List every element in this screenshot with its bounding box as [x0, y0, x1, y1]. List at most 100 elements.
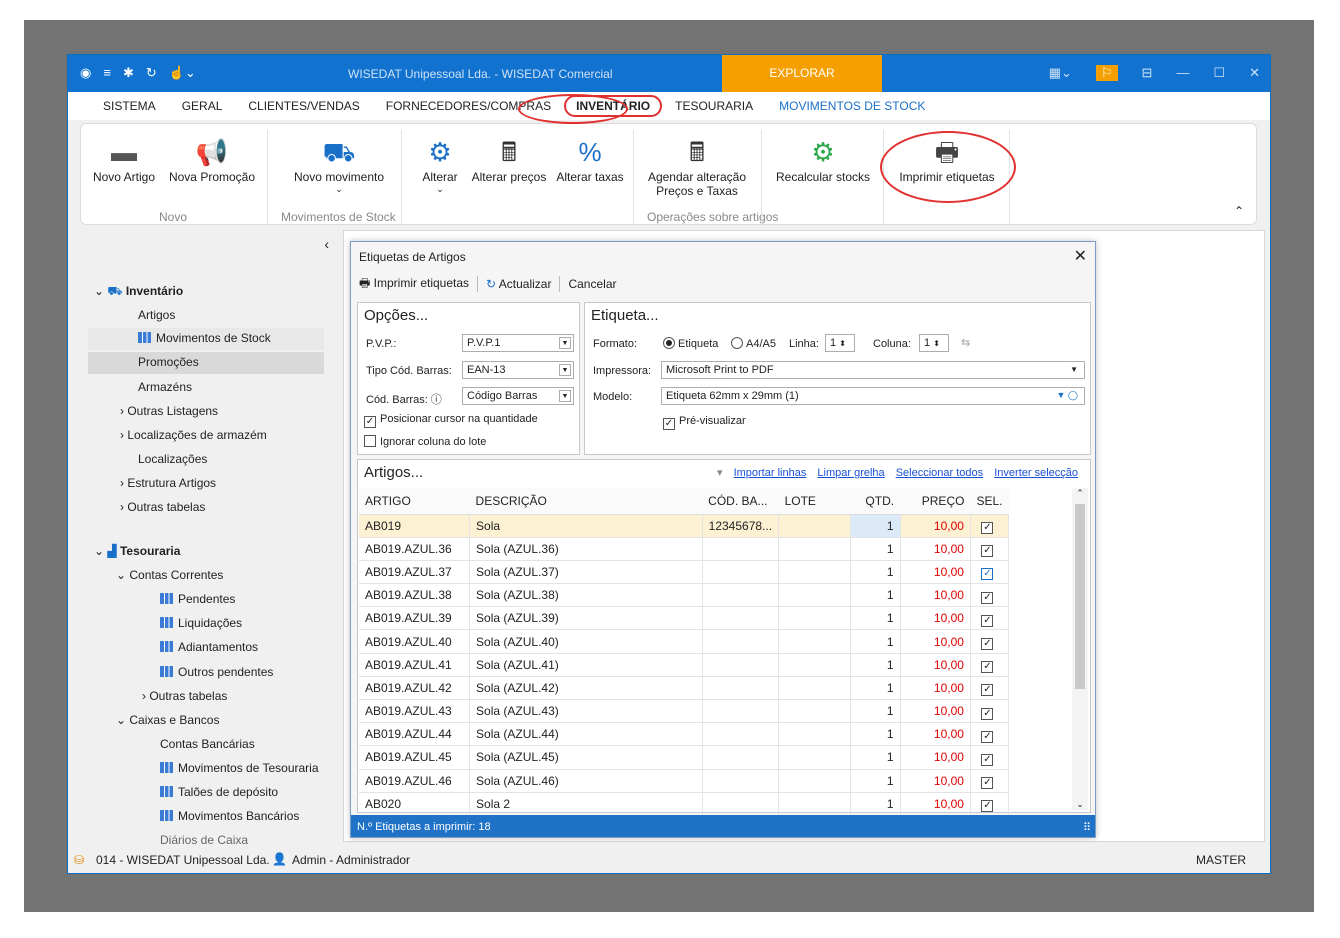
inverter-seleccao-link[interactable]: Inverter selecção: [994, 467, 1078, 479]
app-logo-icon[interactable]: ◉: [80, 65, 91, 81]
col-qtd[interactable]: QTD.: [850, 488, 901, 515]
flag-icon[interactable]: ⚐: [1095, 65, 1118, 81]
cell-preco[interactable]: 10,00: [900, 769, 971, 793]
cell-lote[interactable]: [778, 745, 851, 770]
col-sel[interactable]: SEL.: [970, 488, 1009, 515]
checkbox-checked-icon[interactable]: ✓: [981, 753, 994, 766]
menu-movimentos-stock[interactable]: MOVIMENTOS DE STOCK: [766, 99, 938, 113]
explorar-button[interactable]: EXPLORAR: [722, 55, 882, 92]
tree-contas-correntes[interactable]: ⌄ Contas Correntes: [116, 568, 223, 582]
cell-preco[interactable]: 10,00: [900, 745, 971, 770]
table-row[interactable]: AB019.AZUL.39 Sola (AZUL.39) 1 10,00 ✓: [359, 606, 1010, 631]
tree-liquidacoes[interactable]: Liquidações: [160, 616, 242, 630]
cell-cod-barras[interactable]: [702, 676, 780, 701]
cell-cod-barras[interactable]: [702, 560, 780, 585]
cell-sel[interactable]: ✓: [970, 606, 1010, 631]
table-row[interactable]: AB019.AZUL.37 Sola (AZUL.37) 1 10,00 ✓: [359, 560, 1010, 585]
refresh-icon[interactable]: ↻: [146, 65, 157, 81]
cell-lote[interactable]: [778, 653, 851, 677]
layout-icon[interactable]: ▦⌄: [1049, 65, 1072, 81]
cell-preco[interactable]: 10,00: [900, 699, 971, 724]
radio-etiqueta[interactable]: Etiqueta: [663, 337, 718, 350]
cell-descricao[interactable]: Sola (AZUL.44): [469, 722, 703, 747]
cell-descricao[interactable]: Sola (AZUL.42): [469, 676, 703, 701]
dropdown-settings-icon[interactable]: ▼ ◯: [1057, 390, 1078, 401]
cell-cod-barras[interactable]: [702, 583, 780, 608]
table-row[interactable]: AB019.AZUL.45 Sola (AZUL.45) 1 10,00 ✓: [359, 745, 1010, 770]
table-row[interactable]: AB019.AZUL.38 Sola (AZUL.38) 1 10,00 ✓: [359, 583, 1010, 608]
database-icon[interactable]: ≡: [103, 65, 111, 81]
novo-movimento-button[interactable]: ⛟ Novo movimento ⌄: [287, 134, 391, 195]
cell-preco[interactable]: 10,00: [900, 606, 971, 631]
cell-preco[interactable]: 10,00: [900, 583, 971, 608]
swap-icon[interactable]: ⇆: [961, 336, 970, 349]
tree-mov-bancarios[interactable]: Movimentos Bancários: [160, 809, 299, 823]
gear-icon[interactable]: ✱: [123, 65, 134, 81]
cell-lote[interactable]: [778, 769, 851, 793]
coluna-spinner[interactable]: 1 ⬍: [919, 334, 949, 352]
col-preco[interactable]: PREÇO: [900, 488, 971, 515]
cell-sel[interactable]: ✓: [970, 583, 1010, 608]
scroll-up-icon[interactable]: ⌃: [1072, 488, 1088, 499]
cell-preco[interactable]: 10,00: [900, 537, 971, 561]
checkbox-checked-icon[interactable]: ✓: [981, 522, 994, 535]
alterar-precos-button[interactable]: 🖩 Alterar preços: [467, 134, 551, 184]
limpar-grelha-link[interactable]: Limpar grelha: [817, 467, 884, 479]
table-row[interactable]: AB019 Sola 12345678... 1 10,00 ✓: [359, 514, 1010, 538]
close-icon[interactable]: ✕: [1249, 65, 1260, 81]
cell-artigo[interactable]: AB019.AZUL.41: [359, 653, 471, 677]
table-row[interactable]: AB019.AZUL.36 Sola (AZUL.36) 1 10,00 ✓: [359, 537, 1010, 561]
cell-qtd[interactable]: 1: [850, 583, 901, 608]
cell-qtd[interactable]: 1: [850, 769, 901, 793]
cell-artigo[interactable]: AB019.AZUL.38: [359, 583, 471, 608]
cell-descricao[interactable]: Sola (AZUL.45): [469, 745, 703, 770]
cell-cod-barras[interactable]: [702, 653, 780, 677]
tree-localizacoes[interactable]: Localizações: [138, 452, 207, 466]
cell-artigo[interactable]: AB019.AZUL.44: [359, 722, 471, 747]
cell-descricao[interactable]: Sola 2: [469, 792, 703, 816]
tree-armazens[interactable]: Armazéns: [138, 380, 192, 394]
cell-artigo[interactable]: AB019.AZUL.45: [359, 745, 471, 770]
table-row[interactable]: AB019.AZUL.41 Sola (AZUL.41) 1 10,00 ✓: [359, 653, 1010, 677]
seleccionar-todos-link[interactable]: Seleccionar todos: [896, 467, 983, 479]
cell-sel[interactable]: ✓: [970, 560, 1010, 585]
actualizar-tool[interactable]: ↻ Actualizar: [486, 277, 551, 291]
pvp-select[interactable]: P.V.P.1 ▼: [462, 334, 574, 352]
tree-diarios-caixa[interactable]: Diários de Caixa: [160, 833, 248, 845]
table-row[interactable]: AB019.AZUL.43 Sola (AZUL.43) 1 10,00 ✓: [359, 699, 1010, 724]
tree-outras-tabelas[interactable]: › Outras tabelas: [120, 500, 205, 514]
cell-artigo[interactable]: AB019.AZUL.36: [359, 537, 471, 561]
grid-scrollbar[interactable]: ⌃ ⌄: [1072, 488, 1088, 810]
cell-cod-barras[interactable]: [702, 537, 780, 561]
cell-artigo[interactable]: AB019: [359, 514, 471, 538]
cell-cod-barras[interactable]: [702, 792, 780, 816]
tree-mov-tesouraria[interactable]: Movimentos de Tesouraria: [160, 761, 319, 775]
cell-descricao[interactable]: Sola: [469, 514, 703, 538]
menu-geral[interactable]: GERAL: [169, 99, 236, 113]
modelo-select[interactable]: Etiqueta 62mm x 29mm (1) ▼ ◯: [661, 387, 1085, 405]
cell-descricao[interactable]: Sola (AZUL.38): [469, 583, 703, 608]
ignorar-lote-checkbox[interactable]: Ignorar coluna do lote: [364, 435, 486, 448]
cell-cod-barras[interactable]: [702, 606, 780, 631]
cell-artigo[interactable]: AB019.AZUL.42: [359, 676, 471, 701]
cell-descricao[interactable]: Sola (AZUL.46): [469, 769, 703, 793]
maximize-icon[interactable]: ☐: [1213, 65, 1225, 81]
recalcular-stocks-button[interactable]: ⚙ Recalcular stocks: [771, 134, 875, 184]
checkbox-checked-icon[interactable]: ✓: [981, 591, 994, 604]
cell-preco[interactable]: 10,00: [900, 560, 971, 585]
tree-contas-bancarias[interactable]: Contas Bancárias: [160, 737, 255, 751]
cell-preco[interactable]: 10,00: [900, 676, 971, 701]
menu-clientes-vendas[interactable]: CLIENTES/VENDAS: [235, 99, 372, 113]
cell-lote[interactable]: [778, 722, 851, 747]
alterar-taxas-button[interactable]: % Alterar taxas: [553, 134, 627, 184]
cell-descricao[interactable]: Sola (AZUL.36): [469, 537, 703, 561]
cell-preco[interactable]: 10,00: [900, 514, 971, 538]
impressora-select[interactable]: Microsoft Print to PDF ▼: [661, 361, 1085, 379]
cell-preco[interactable]: 10,00: [900, 629, 971, 654]
cell-lote[interactable]: [778, 560, 851, 585]
tipo-cod-barras-select[interactable]: EAN-13 ▼: [462, 361, 574, 379]
cell-lote[interactable]: [778, 629, 851, 654]
cell-artigo[interactable]: AB019.AZUL.43: [359, 699, 471, 724]
tree-localizacoes-armazem[interactable]: › Localizações de armazém: [120, 428, 267, 442]
tree-adiantamentos[interactable]: Adiantamentos: [160, 640, 258, 654]
